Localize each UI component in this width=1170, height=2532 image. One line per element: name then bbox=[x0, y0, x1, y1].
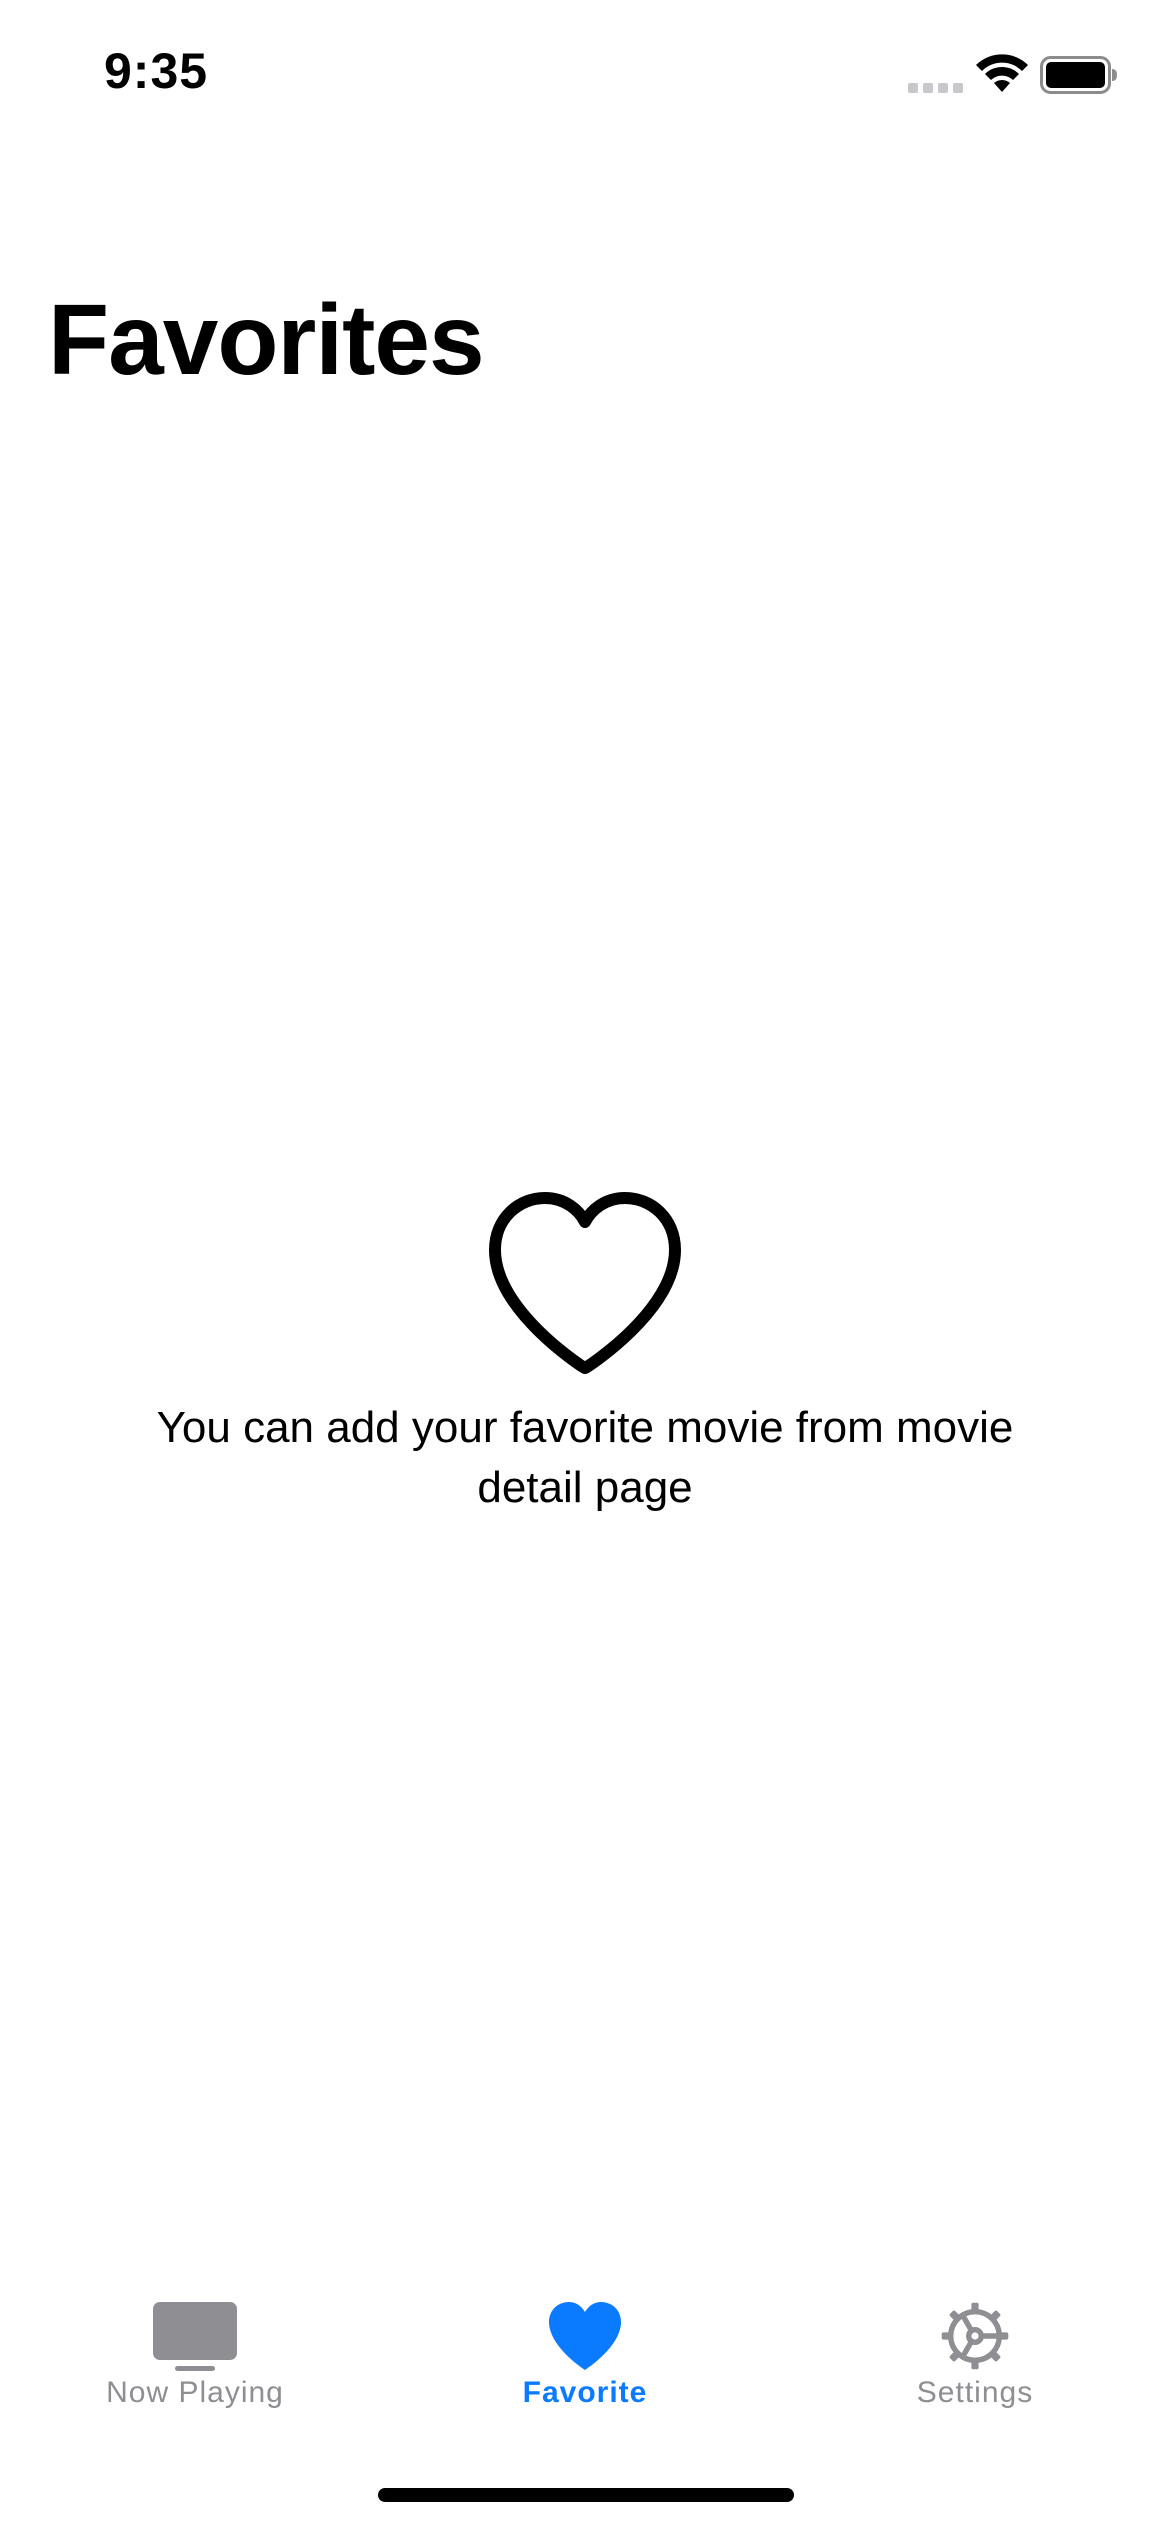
status-bar: 9:35 bbox=[0, 0, 1170, 150]
tab-label-now-playing: Now Playing bbox=[106, 2376, 284, 2409]
battery-icon bbox=[1040, 56, 1117, 94]
tab-favorite[interactable]: Favorite bbox=[390, 2270, 780, 2440]
wifi-icon bbox=[976, 54, 1028, 92]
tab-label-settings: Settings bbox=[916, 2376, 1034, 2409]
heart-outline-icon bbox=[489, 1192, 681, 1374]
gear-icon bbox=[941, 2302, 1009, 2370]
empty-state: You can add your favorite movie from mov… bbox=[0, 1190, 1170, 1518]
tab-now-playing[interactable]: Now Playing bbox=[0, 2270, 390, 2440]
empty-message: You can add your favorite movie from mov… bbox=[156, 1403, 1014, 1512]
tab-settings[interactable]: Settings bbox=[780, 2270, 1170, 2440]
status-time: 9:35 bbox=[104, 43, 209, 99]
cellular-signal-icon bbox=[908, 83, 963, 93]
home-indicator[interactable] bbox=[378, 2488, 794, 2502]
tv-icon bbox=[153, 2302, 237, 2371]
page-title: Favorites bbox=[48, 284, 485, 396]
tab-label-favorite: Favorite bbox=[522, 2376, 648, 2409]
heart-filled-icon bbox=[549, 2302, 621, 2370]
